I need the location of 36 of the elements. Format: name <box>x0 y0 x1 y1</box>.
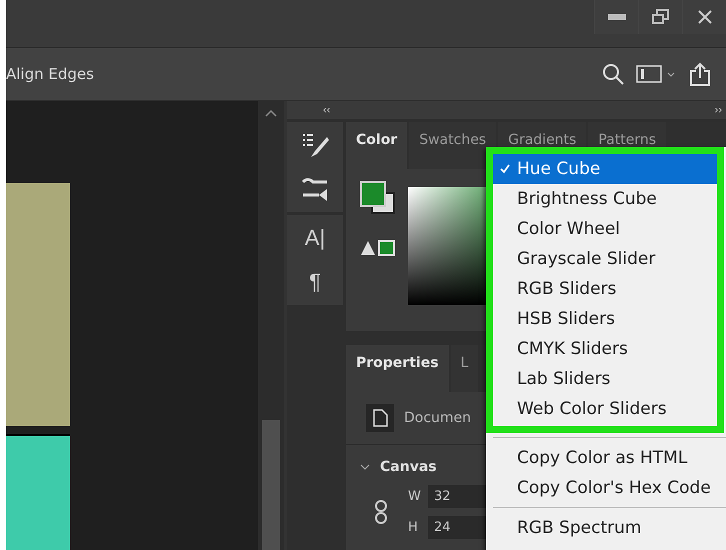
menu-item[interactable]: Copy Color as HTML <box>493 443 726 473</box>
align-edges-label: Align Edges <box>6 65 95 83</box>
menu-item[interactable]: HSB Sliders <box>493 304 717 334</box>
menu-item[interactable]: RGB Sliders <box>493 274 717 304</box>
close-button[interactable] <box>682 0 726 34</box>
menu-item[interactable]: Brightness Cube <box>493 184 717 214</box>
menu-item[interactable]: Hue Cube <box>493 154 717 184</box>
panel-glyph-button[interactable]: A| <box>297 223 333 253</box>
restore-button[interactable] <box>638 0 682 34</box>
chevron-icon[interactable] <box>360 463 370 471</box>
menu-item[interactable]: CMYK Sliders <box>493 334 717 364</box>
color-swatches-icon[interactable] <box>360 181 396 215</box>
panel-glyph-button[interactable]: ¶ <box>297 267 333 297</box>
field-label: W <box>408 489 420 504</box>
collapse-button[interactable]: ‹‹ <box>323 104 330 116</box>
gamut-warning-icon[interactable] <box>360 239 396 257</box>
document-label: Documen <box>404 410 472 426</box>
minimize-button[interactable] <box>594 0 638 34</box>
scroll-thumb[interactable] <box>262 420 280 550</box>
panel-tab[interactable]: L <box>450 345 478 392</box>
minimize-icon <box>608 14 626 20</box>
panel-tab[interactable]: Properties <box>346 345 449 392</box>
menu-item[interactable]: Grayscale Slider <box>493 244 717 274</box>
panel-tab[interactable]: Color <box>346 122 408 169</box>
menu-item[interactable]: Lab Sliders <box>493 364 717 394</box>
panel-tab[interactable]: Swatches <box>409 122 496 169</box>
expand-button[interactable]: ›› <box>714 104 722 116</box>
link-icon[interactable] <box>374 500 388 524</box>
menu-item[interactable]: Web Color Sliders <box>493 394 717 424</box>
restore-icon <box>652 9 670 25</box>
menu-item[interactable]: Color Wheel <box>493 214 717 244</box>
section-title[interactable]: Canvas <box>380 459 437 475</box>
scroll-up-icon[interactable] <box>265 109 277 117</box>
field-label: H <box>408 520 419 535</box>
document-icon <box>366 404 394 432</box>
close-icon <box>696 9 712 25</box>
